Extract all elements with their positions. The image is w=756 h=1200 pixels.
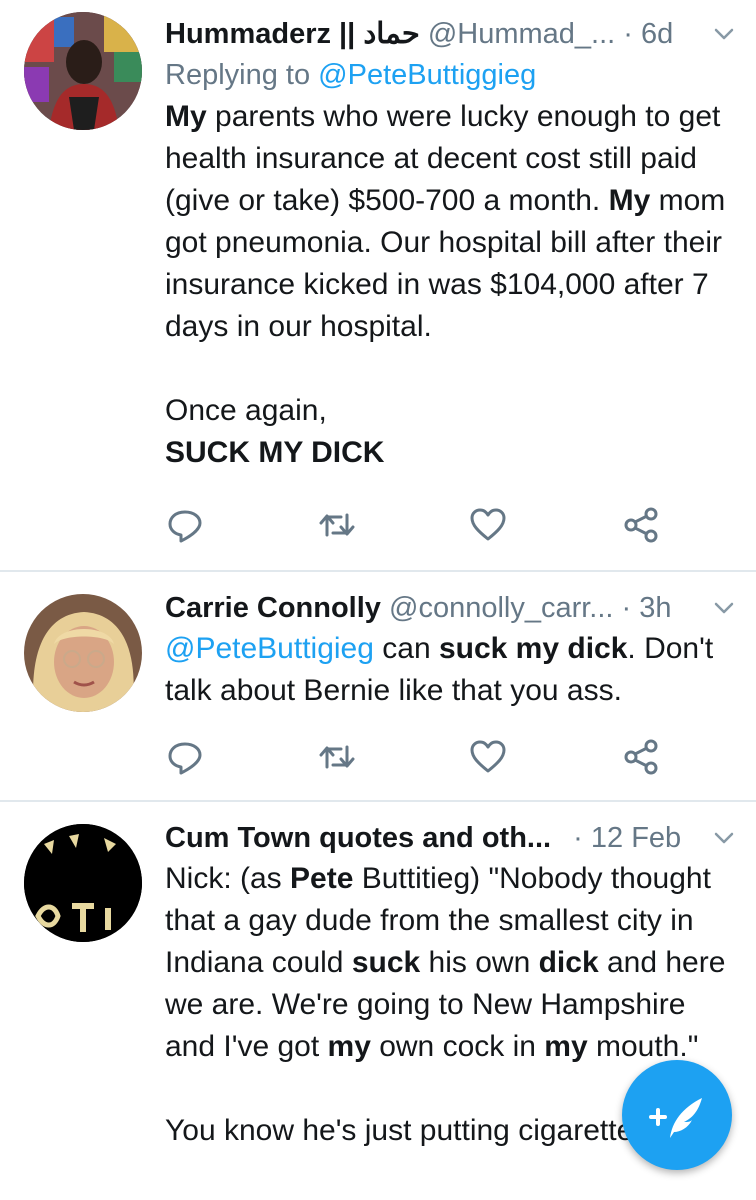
like-icon[interactable] <box>468 737 508 777</box>
replying-to: Replying to @PeteButtiggieg <box>165 54 736 96</box>
body-segment: his own <box>420 946 539 979</box>
avatar[interactable] <box>24 824 142 942</box>
tweet-2[interactable]: Carrie Connolly @connolly_carr... · 3h @… <box>0 572 756 800</box>
replying-mention[interactable]: @PeteButtiggieg <box>318 59 536 91</box>
chevron-down-icon[interactable] <box>712 14 736 54</box>
separator-dot: · <box>573 822 583 854</box>
tweet-text-line: SUCK MY DICK <box>165 436 385 469</box>
tweet-actions <box>165 505 665 545</box>
bold-word: suck <box>351 946 421 979</box>
display-name[interactable]: Hummaderz || حماد <box>165 18 420 50</box>
avatar-image <box>24 824 142 942</box>
compose-tweet-icon <box>649 1098 702 1138</box>
bold-word: My <box>165 100 207 133</box>
body-segment: mouth." <box>587 1030 699 1063</box>
avatar-image <box>24 594 142 712</box>
share-icon[interactable] <box>621 505 661 545</box>
separator-dot: · <box>621 592 632 624</box>
user-handle[interactable]: @connolly_carr... <box>389 592 613 624</box>
tweet-text: @PeteButtigieg can suck my dick. Don't t… <box>165 628 736 712</box>
retweet-icon[interactable] <box>317 505 357 545</box>
tweet-text: Nick: (as Pete Buttitieg) "Nobody though… <box>165 858 736 1068</box>
avatar[interactable] <box>24 12 142 130</box>
tweet-header: Hummaderz || حماد @Hummad_... · 6d <box>165 14 736 54</box>
timestamp[interactable]: 3h <box>639 592 671 624</box>
share-icon[interactable] <box>621 737 661 777</box>
compose-tweet-button[interactable] <box>622 1060 732 1170</box>
avatar-image <box>24 12 142 130</box>
tweet-text-line: Once again, <box>165 394 327 427</box>
tweet-header: Carrie Connolly @connolly_carr... · 3h <box>165 588 736 628</box>
bold-word: Pete <box>290 862 354 895</box>
timestamp[interactable]: 12 Feb <box>591 822 681 854</box>
tweet-text: My parents who were lucky enough to get … <box>165 96 736 348</box>
reply-icon[interactable] <box>165 737 205 777</box>
display-name[interactable]: Carrie Connolly <box>165 592 381 624</box>
replying-prefix: Replying to <box>165 59 311 91</box>
bold-word: my <box>544 1030 588 1063</box>
tweet-1[interactable]: Hummaderz || حماد @Hummad_... · 6d Reply… <box>0 0 756 570</box>
chevron-down-icon[interactable] <box>712 588 736 628</box>
body-segment: Nick: (as <box>165 862 291 895</box>
avatar[interactable] <box>24 594 142 712</box>
bold-word: my <box>327 1030 371 1063</box>
like-icon[interactable] <box>468 505 508 545</box>
body-segment: can <box>373 632 439 665</box>
bold-word: My <box>608 184 651 217</box>
timestamp[interactable]: 6d <box>641 18 673 50</box>
retweet-icon[interactable] <box>317 737 357 777</box>
body-segment: own cock in <box>370 1030 545 1063</box>
chevron-down-icon[interactable] <box>712 818 736 858</box>
mention-link[interactable]: @PeteButtigieg <box>165 632 374 665</box>
tweet-actions <box>165 737 665 777</box>
bold-word: suck my dick <box>438 632 628 665</box>
separator-dot: · <box>623 18 633 50</box>
user-handle[interactable]: @Hummad_... <box>428 18 615 50</box>
bold-word: dick <box>538 946 599 979</box>
display-name[interactable]: Cum Town quotes and oth... <box>165 822 551 854</box>
tweet-header: Cum Town quotes and oth... · 12 Feb <box>165 818 736 858</box>
reply-icon[interactable] <box>165 505 205 545</box>
